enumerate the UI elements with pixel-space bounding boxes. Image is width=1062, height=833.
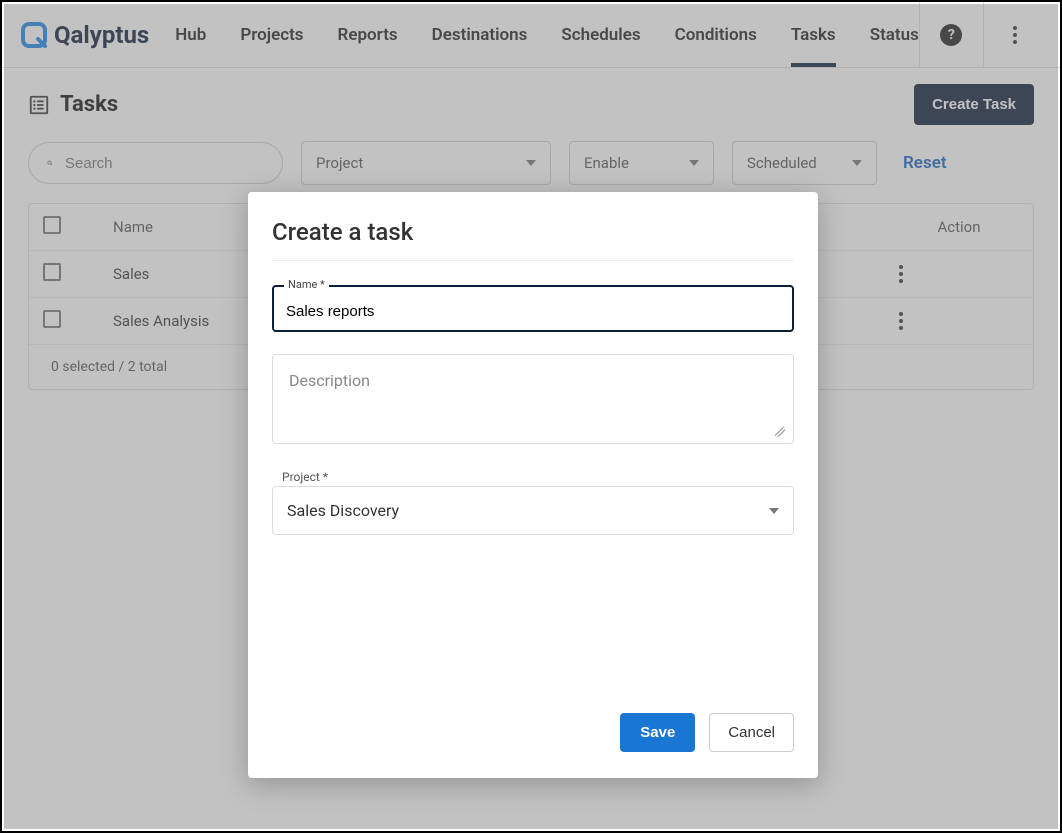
description-field[interactable]: Description <box>272 354 794 444</box>
chevron-down-icon <box>769 508 779 514</box>
name-field[interactable]: Name * <box>272 285 794 332</box>
cancel-button[interactable]: Cancel <box>709 713 794 752</box>
resize-grip-icon[interactable] <box>775 427 785 437</box>
project-select[interactable]: Sales Discovery <box>272 486 794 535</box>
create-task-modal: Create a task Name * Description Project… <box>248 192 818 778</box>
name-input[interactable] <box>286 303 780 320</box>
modal-title: Create a task <box>272 218 794 261</box>
save-button[interactable]: Save <box>620 713 695 752</box>
project-field-label: Project * <box>282 470 794 484</box>
name-field-label: Name * <box>284 278 329 291</box>
modal-footer: Save Cancel <box>272 713 794 752</box>
description-placeholder: Description <box>289 371 370 390</box>
project-field: Project * Sales Discovery <box>272 470 794 535</box>
project-select-value: Sales Discovery <box>287 501 399 520</box>
